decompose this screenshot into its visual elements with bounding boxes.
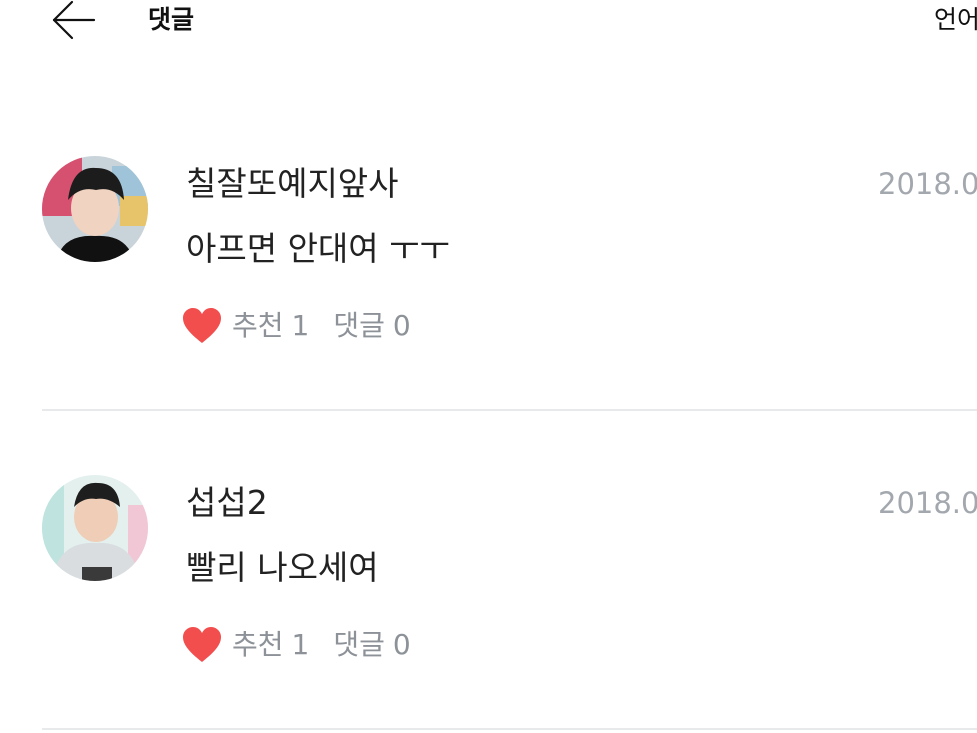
comment-item: 섭섭2 2018.0 빨리 나오세여 추천 1 댓글 0 [0, 475, 977, 730]
reply-count: 0 [392, 628, 411, 661]
reply-button[interactable]: 댓글 0 [333, 306, 410, 346]
comment-date: 2018.0 [878, 486, 977, 520]
divider [42, 409, 977, 411]
back-button[interactable] [50, 0, 96, 40]
like-button[interactable]: 추천 1 [182, 625, 309, 665]
reply-label: 댓글 [333, 628, 385, 661]
comment-text: 빨리 나오세여 [186, 548, 379, 587]
comment-actions: 추천 1 댓글 0 [182, 306, 411, 346]
comment-date: 2018.0 [878, 167, 977, 201]
page-title: 댓글 [148, 5, 195, 34]
reply-button[interactable]: 댓글 0 [333, 625, 410, 665]
like-button[interactable]: 추천 1 [182, 306, 309, 346]
comment-author[interactable]: 칠잘또예지앞사 [186, 164, 399, 204]
comment-author[interactable]: 섭섭2 [186, 483, 268, 523]
like-count: 1 [291, 628, 310, 661]
top-bar: 댓글 언어 [0, 0, 977, 46]
like-label: 추천 [232, 628, 284, 661]
language-button[interactable]: 언어 [934, 4, 977, 36]
heart-icon [183, 308, 221, 343]
divider [42, 728, 977, 730]
arrow-left-icon [52, 0, 96, 40]
like-label: 추천 [232, 309, 284, 342]
reply-count: 0 [392, 309, 411, 342]
comments-screen: 댓글 언어 칠잘또예지앞사 2018.0 아프면 안대여 ㅜㅜ 추천 1 댓글 … [0, 0, 977, 733]
avatar-image [42, 156, 148, 262]
comment-actions: 추천 1 댓글 0 [182, 625, 411, 665]
avatar[interactable] [42, 475, 148, 581]
avatar-image [42, 475, 148, 581]
reply-label: 댓글 [333, 309, 385, 342]
comment-item: 칠잘또예지앞사 2018.0 아프면 안대여 ㅜㅜ 추천 1 댓글 0 [0, 156, 977, 411]
avatar[interactable] [42, 156, 148, 262]
like-count: 1 [291, 309, 310, 342]
comment-text: 아프면 안대여 ㅜㅜ [186, 229, 450, 268]
heart-icon [183, 627, 221, 662]
